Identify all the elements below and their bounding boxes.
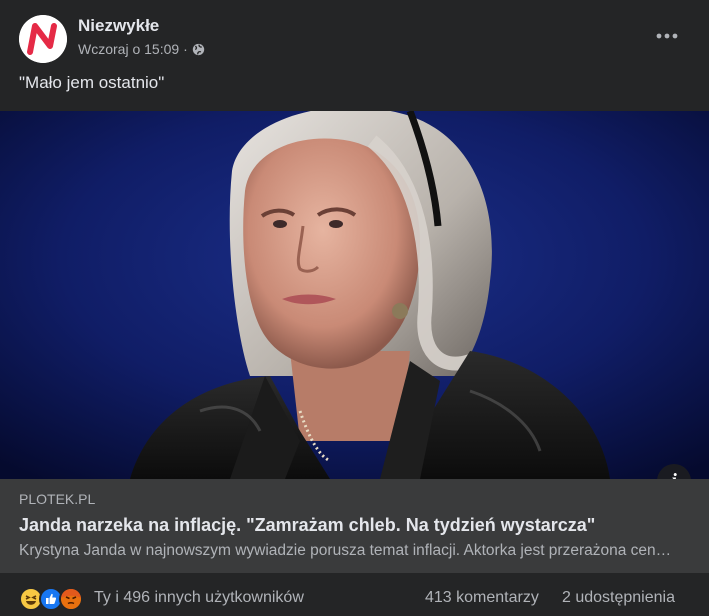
page-avatar[interactable] bbox=[19, 15, 67, 63]
more-horizontal-icon bbox=[656, 33, 678, 39]
post-text: "Mało jem ostatnio" bbox=[19, 73, 165, 92]
link-title[interactable]: Janda narzeka na inflację. "Zamrażam chl… bbox=[19, 515, 595, 536]
post-meta: Wczoraj o 15:09 · bbox=[78, 41, 205, 57]
page-name[interactable]: Niezwykłe bbox=[78, 16, 159, 36]
niezwykle-logo-icon bbox=[19, 15, 67, 63]
shares-count[interactable]: 2 udostępnienia bbox=[562, 589, 675, 607]
angry-icon bbox=[59, 587, 83, 611]
link-domain: PLOTEK.PL bbox=[19, 491, 96, 507]
reactions-count[interactable]: Ty i 496 innych użytkowników bbox=[94, 589, 304, 607]
meta-separator: · bbox=[183, 41, 188, 57]
woman-portrait-image bbox=[0, 111, 709, 479]
post-footer: Ty i 496 innych użytkowników 413 komenta… bbox=[0, 573, 709, 616]
link-preview[interactable]: PLOTEK.PL Janda narzeka na inflację. "Za… bbox=[0, 479, 709, 573]
link-description: Krystyna Janda w najnowszym wywiadzie po… bbox=[19, 542, 679, 559]
post-card: Niezwykłe Wczoraj o 15:09 · "Mało jem os… bbox=[0, 0, 709, 616]
reactions-summary[interactable] bbox=[19, 587, 83, 611]
globe-icon bbox=[192, 43, 205, 56]
post-timestamp[interactable]: Wczoraj o 15:09 bbox=[78, 41, 179, 57]
post-header: Niezwykłe Wczoraj o 15:09 · bbox=[0, 0, 709, 68]
comments-count[interactable]: 413 komentarzy bbox=[425, 589, 539, 607]
post-photo[interactable]: i bbox=[0, 111, 709, 479]
more-options-button[interactable] bbox=[653, 22, 681, 50]
